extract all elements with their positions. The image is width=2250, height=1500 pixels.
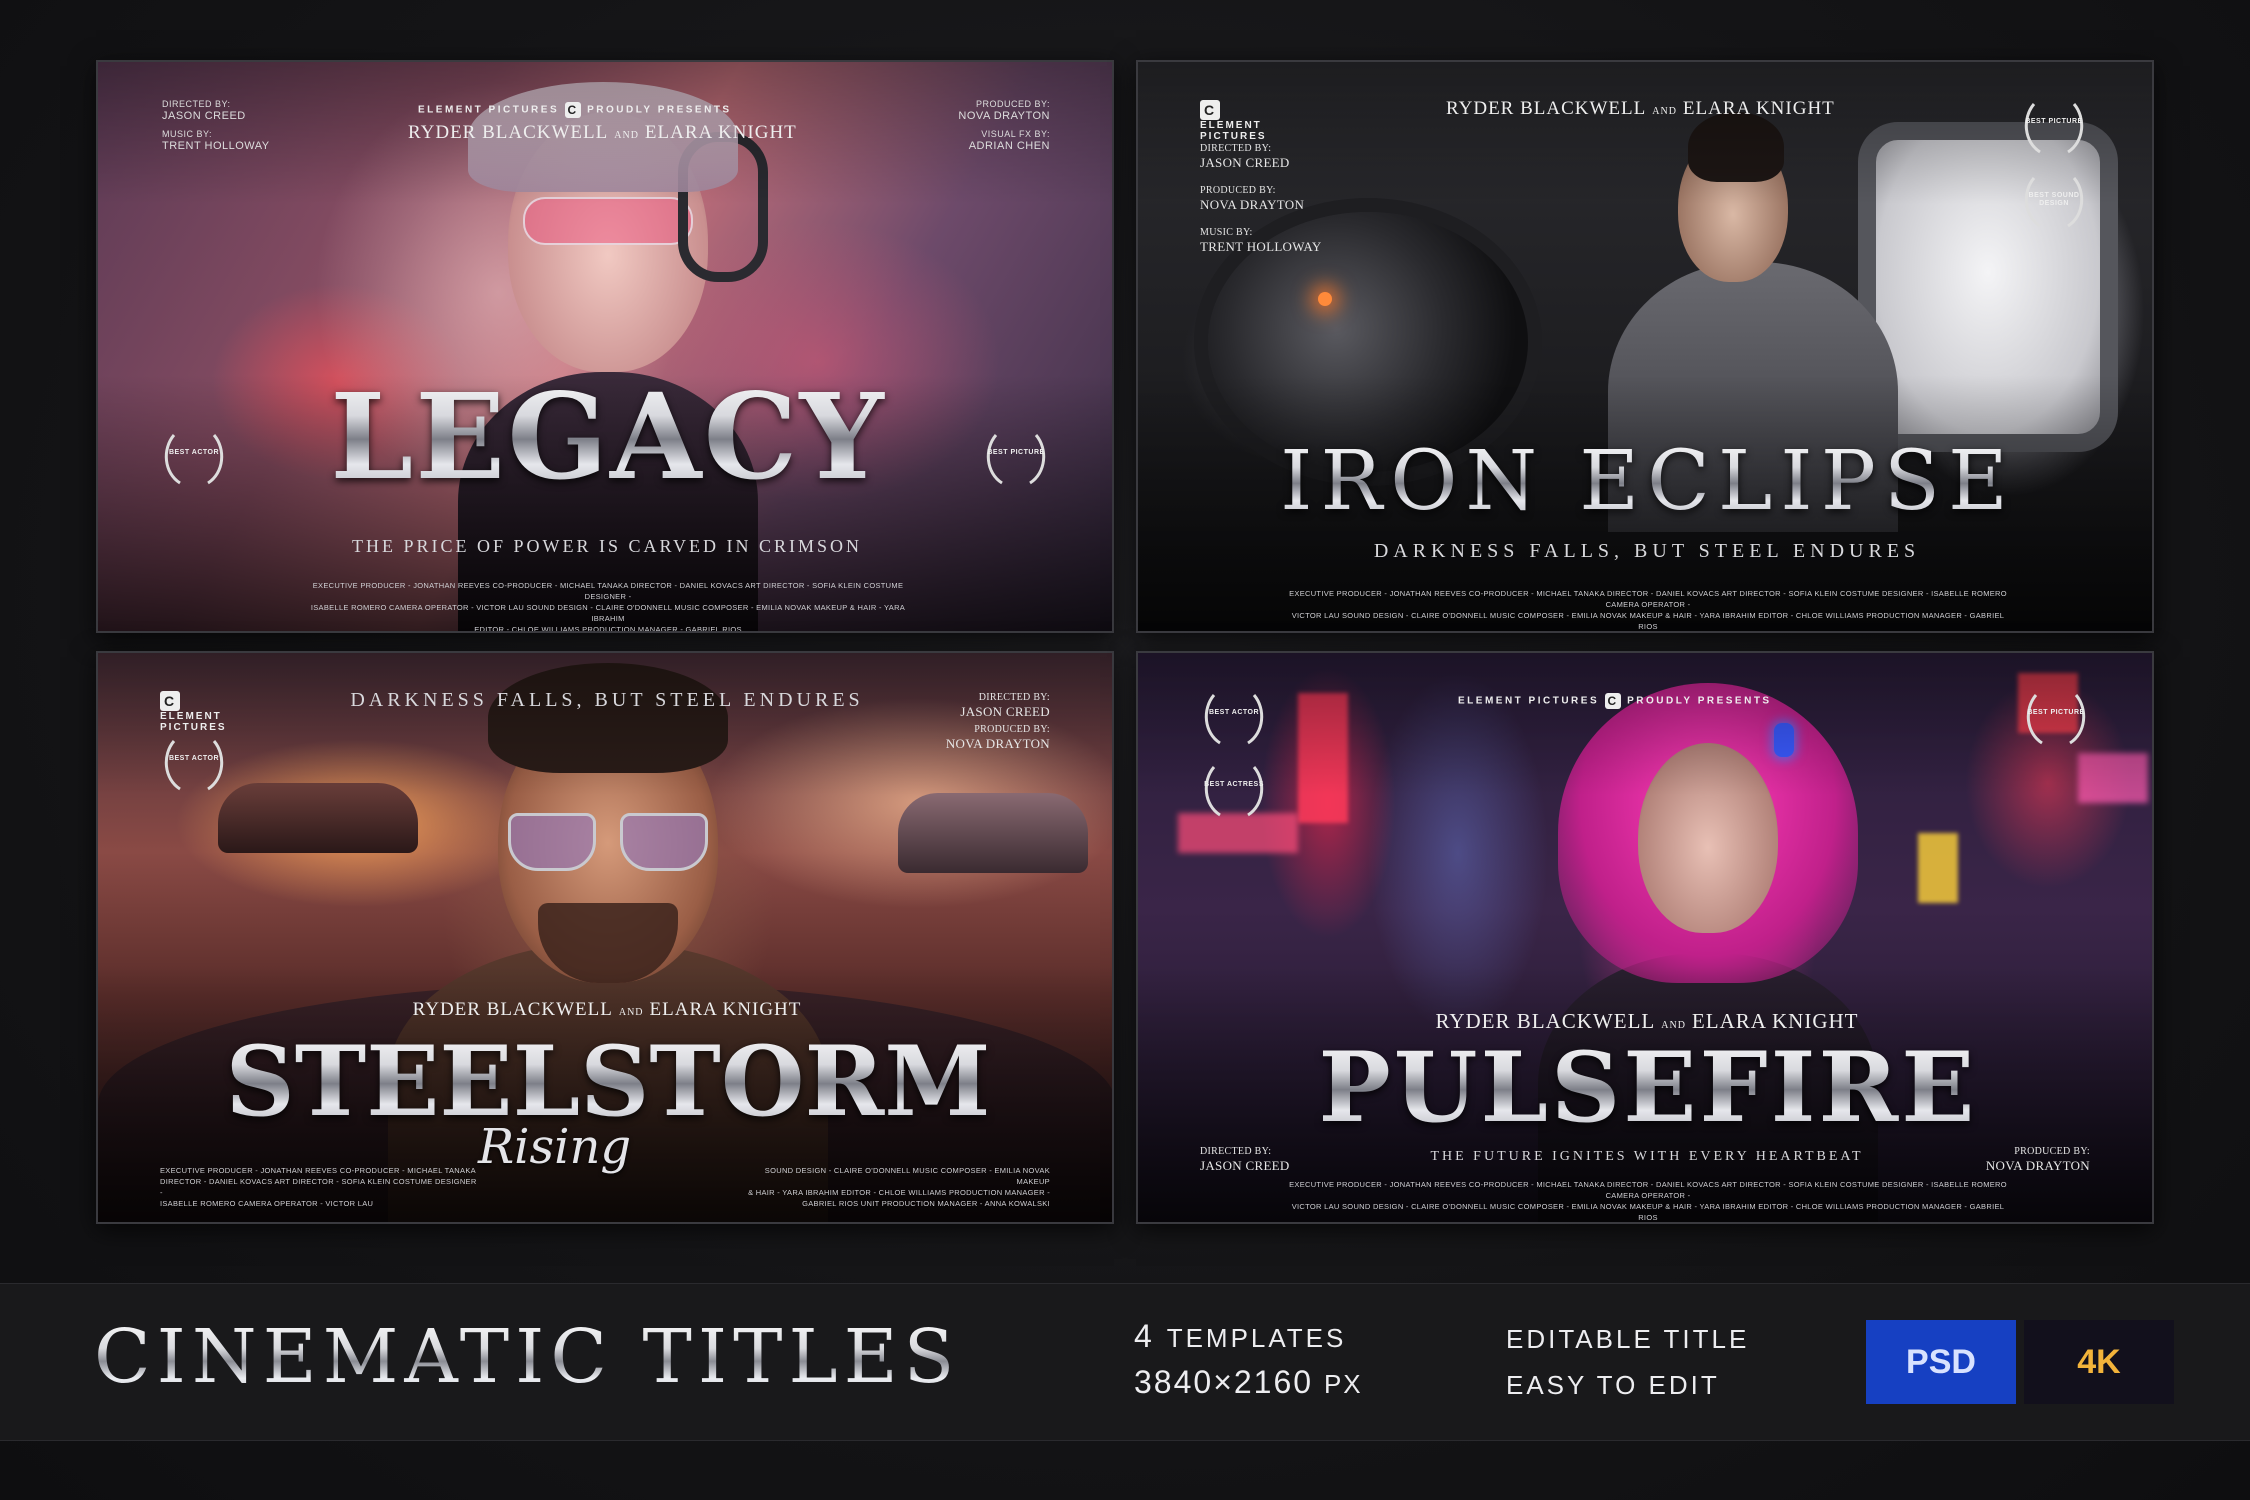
movie-subtitle-script: Rising (478, 1119, 632, 1175)
credit-director: DIRECTED BY: JASON CREED (162, 99, 246, 122)
credit-producer: PRODUCED BY: NOVA DRAYTON (945, 724, 1050, 751)
movie-title: IRON ECLIPSE (1248, 434, 2048, 529)
credit-vfx: VISUAL FX BY: ADRIAN CHEN (968, 129, 1050, 152)
laurel-award-icon: BEST SOUND DESIGN (2020, 170, 2088, 232)
movie-title: PULSEFIRE (1248, 1031, 2048, 1144)
cast-line: RYDER BLACKWELL AND ELARA KNIGHT (1446, 98, 1835, 119)
feature-editable-title: EDITABLE TITLE (1506, 1324, 1750, 1354)
cast-line: RYDER BLACKWELL AND ELARA KNIGHT (412, 999, 802, 1020)
credits-block: EXECUTIVE PRODUCER - JONATHAN REEVES CO-… (1289, 1180, 2007, 1222)
laurel-award-icon: BEST ACTOR (1200, 687, 1268, 749)
element-logo-icon: C (1200, 100, 1220, 120)
feature-easy-edit: EASY TO EDIT (1506, 1370, 1720, 1400)
credit-producer: PRODUCED BY: NOVA DRAYTON (958, 99, 1050, 122)
poster-iron-eclipse[interactable]: C ELEMENT PICTURES DIRECTED BY: JASON CREE… (1136, 60, 2154, 633)
poster-grid: DIRECTED BY: JASON CREED MUSIC BY: TRENT H… (96, 60, 2154, 1228)
movie-tagline: THE PRICE OF POWER IS CARVED IN CRIMSON (351, 536, 863, 556)
poster-steelstorm-rising[interactable]: C ELEMENT PICTURES DARKNESS FALLS, BUT ST… (96, 651, 1114, 1224)
laurel-award-icon: BEST ACTOR (160, 427, 228, 489)
cast-line: RYDER BLACKWELL AND ELARA KNIGHT (408, 122, 797, 143)
studio-brand: C ELEMENT PICTURES (1200, 100, 1267, 142)
resolution-spec: 3840×2160 PX (1134, 1364, 1363, 1400)
movie-tagline: DARKNESS FALLS, BUT STEEL ENDURES (1373, 540, 1921, 562)
credits-block-right: SOUND DESIGN - CLAIRE O'DONNELL MUSIC CO… (748, 1166, 1050, 1208)
movie-title: LEGACY (288, 367, 928, 506)
4k-badge: 4K (2024, 1320, 2174, 1404)
credit-producer: PRODUCED BY: NOVA DRAYTON (1985, 1146, 2090, 1173)
laurel-award-icon: BEST ACTRESS (1200, 759, 1268, 821)
credit-producer: PRODUCED BY: NOVA DRAYTON (1200, 185, 1305, 212)
element-logo-icon: C (1605, 693, 1622, 709)
credit-music: MUSIC BY: TRENT HOLLOWAY (162, 129, 270, 152)
psd-badge: PSD (1866, 1320, 2016, 1404)
poster-legacy[interactable]: DIRECTED BY: JASON CREED MUSIC BY: TRENT H… (96, 60, 1114, 633)
laurel-award-icon: BEST PICTURE (982, 427, 1050, 489)
product-info-bar: CINEMATIC TITLES 4 TEMPLATES 3840×2160 P… (0, 1283, 2250, 1441)
credits-block: EXECUTIVE PRODUCER - JONATHAN REEVES CO-… (310, 581, 906, 633)
credit-director: DIRECTED BY: JASON CREED (960, 692, 1050, 719)
element-logo-icon: C (565, 102, 582, 118)
product-title: CINEMATIC TITLES (94, 1314, 961, 1400)
credit-director: DIRECTED BY: JASON CREED (1200, 1146, 1290, 1173)
credit-director: DIRECTED BY: JASON CREED (1200, 143, 1290, 170)
presents-line: ELEMENT PICTURES C PROUDLY PRESENTS (418, 102, 732, 118)
laurel-award-icon: BEST PICTURE (2022, 687, 2090, 749)
credit-music: MUSIC BY: TRENT HOLLOWAY (1200, 227, 1322, 254)
laurel-award-icon: BEST ACTOR (160, 733, 228, 795)
presents-line: ELEMENT PICTURES C PROUDLY PRESENTS (1458, 693, 1772, 709)
credits-block: EXECUTIVE PRODUCER - JONATHAN REEVES CO-… (1289, 589, 2007, 631)
credits-block-left: EXECUTIVE PRODUCER - JONATHAN REEVES CO-… (160, 1166, 477, 1208)
laurel-award-icon: BEST PICTURE (2020, 96, 2088, 158)
template-count: 4 TEMPLATES (1134, 1318, 1347, 1354)
poster-pulsefire[interactable]: ELEMENT PICTURES C PROUDLY PRESENTS BEST A… (1136, 651, 2154, 1224)
